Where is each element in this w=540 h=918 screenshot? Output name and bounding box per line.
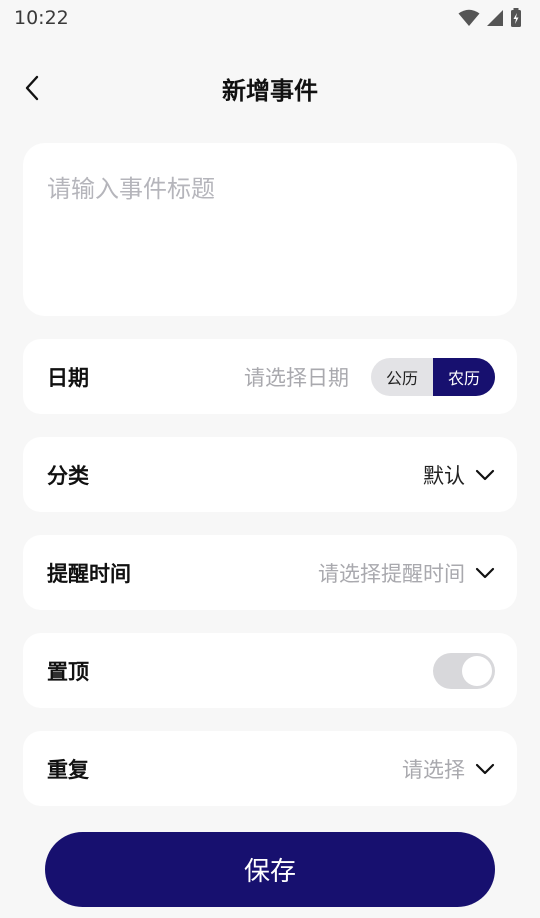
repeat-row-right: 请选择 — [402, 754, 495, 784]
category-value: 默认 — [423, 463, 465, 488]
reminder-time-row[interactable]: 提醒时间 请选择提醒时间 — [23, 535, 517, 610]
date-row[interactable]: 日期 请选择日期 公历 农历 — [23, 339, 517, 414]
event-title-input[interactable] — [47, 169, 493, 290]
toggle-knob — [462, 655, 492, 686]
chevron-left-icon — [25, 75, 39, 101]
pin-toggle-switch[interactable] — [433, 652, 495, 689]
category-row-right: 默认 — [423, 460, 495, 490]
repeat-row[interactable]: 重复 请选择 — [23, 731, 517, 806]
status-icons — [458, 8, 522, 28]
app-header: 新增事件 — [0, 60, 540, 116]
reminder-time-label: 提醒时间 — [47, 561, 131, 586]
status-bar: 10:22 — [0, 0, 540, 36]
repeat-placeholder: 请选择 — [402, 757, 465, 782]
wifi-icon — [458, 9, 480, 26]
date-row-right: 请选择日期 公历 农历 — [244, 357, 495, 396]
calendar-option-lunar[interactable]: 农历 — [433, 357, 495, 396]
date-placeholder[interactable]: 请选择日期 — [244, 362, 349, 392]
chevron-down-icon — [475, 763, 495, 774]
category-label: 分类 — [47, 463, 89, 488]
repeat-label: 重复 — [47, 757, 89, 782]
category-row[interactable]: 分类 默认 — [23, 437, 517, 512]
reminder-row-right: 请选择提醒时间 — [318, 558, 495, 588]
status-time: 10:22 — [14, 7, 69, 29]
page-title: 新增事件 — [222, 76, 318, 105]
cellular-signal-icon — [487, 10, 503, 26]
chevron-down-icon — [475, 469, 495, 480]
event-title-card — [23, 143, 517, 316]
pin-row: 置顶 — [23, 633, 517, 708]
pin-label: 置顶 — [47, 659, 89, 684]
chevron-down-icon — [475, 567, 495, 578]
reminder-time-placeholder: 请选择提醒时间 — [318, 561, 465, 586]
calendar-option-gregorian[interactable]: 公历 — [371, 358, 433, 396]
date-label: 日期 — [47, 365, 89, 390]
calendar-type-toggle: 公历 农历 — [371, 357, 495, 396]
save-button[interactable]: 保存 — [45, 832, 495, 907]
back-button[interactable] — [16, 72, 48, 104]
battery-icon — [511, 8, 521, 27]
